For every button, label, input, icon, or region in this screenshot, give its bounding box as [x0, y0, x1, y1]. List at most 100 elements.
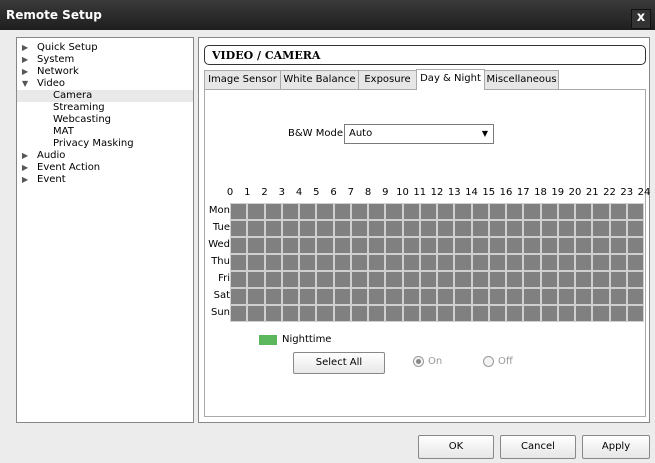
cancel-button[interactable]: Cancel — [500, 435, 576, 459]
schedule-cell[interactable] — [471, 305, 489, 322]
tree-item-event[interactable]: ▶ Event — [17, 174, 193, 186]
schedule-cell[interactable] — [419, 203, 437, 220]
schedule-cell[interactable] — [437, 203, 455, 220]
schedule-cell[interactable] — [385, 220, 403, 237]
schedule-cell[interactable] — [523, 305, 541, 322]
schedule-cell[interactable] — [575, 271, 593, 288]
schedule-cell[interactable] — [437, 305, 455, 322]
schedule-cell[interactable] — [437, 237, 455, 254]
schedule-cell[interactable] — [350, 203, 368, 220]
schedule-cell[interactable] — [402, 271, 420, 288]
schedule-cell[interactable] — [609, 254, 627, 271]
schedule-cell[interactable] — [368, 220, 386, 237]
tree-item-mat[interactable]: MAT — [17, 126, 193, 138]
schedule-cell[interactable] — [540, 305, 558, 322]
schedule-cell[interactable] — [557, 271, 575, 288]
schedule-cell[interactable] — [368, 203, 386, 220]
schedule-cell[interactable] — [264, 305, 282, 322]
schedule-cell[interactable] — [540, 254, 558, 271]
schedule-cell[interactable] — [247, 203, 265, 220]
collapsed-arrow-icon[interactable]: ▶ — [22, 162, 28, 174]
schedule-grid[interactable] — [230, 203, 644, 322]
schedule-cell[interactable] — [454, 220, 472, 237]
ok-button[interactable]: OK — [418, 435, 494, 459]
schedule-cell[interactable] — [506, 220, 524, 237]
schedule-cell[interactable] — [419, 288, 437, 305]
schedule-cell[interactable] — [592, 288, 610, 305]
schedule-cell[interactable] — [299, 237, 317, 254]
schedule-cell[interactable] — [557, 254, 575, 271]
schedule-cell[interactable] — [592, 271, 610, 288]
schedule-cell[interactable] — [368, 237, 386, 254]
tree-item-privacy-masking[interactable]: Privacy Masking — [17, 138, 193, 150]
schedule-cell[interactable] — [626, 254, 644, 271]
schedule-cell[interactable] — [402, 254, 420, 271]
close-button[interactable]: x — [631, 9, 651, 29]
schedule-cell[interactable] — [299, 220, 317, 237]
schedule-cell[interactable] — [333, 271, 351, 288]
schedule-cell[interactable] — [299, 305, 317, 322]
schedule-cell[interactable] — [592, 305, 610, 322]
collapsed-arrow-icon[interactable]: ▶ — [22, 150, 28, 162]
schedule-cell[interactable] — [247, 220, 265, 237]
collapsed-arrow-icon[interactable]: ▶ — [22, 54, 28, 66]
schedule-cell[interactable] — [454, 288, 472, 305]
schedule-cell[interactable] — [281, 271, 299, 288]
schedule-cell[interactable] — [264, 237, 282, 254]
tree-item-audio[interactable]: ▶ Audio — [17, 150, 193, 162]
schedule-cell[interactable] — [506, 237, 524, 254]
schedule-cell[interactable] — [609, 288, 627, 305]
schedule-cell[interactable] — [540, 237, 558, 254]
schedule-cell[interactable] — [402, 220, 420, 237]
schedule-cell[interactable] — [626, 237, 644, 254]
schedule-cell[interactable] — [316, 254, 334, 271]
tree-item-streaming[interactable]: Streaming — [17, 102, 193, 114]
schedule-cell[interactable] — [506, 203, 524, 220]
schedule-cell[interactable] — [523, 254, 541, 271]
bw-mode-select[interactable]: Auto ▼ — [344, 124, 494, 144]
schedule-cell[interactable] — [540, 288, 558, 305]
schedule-cell[interactable] — [506, 305, 524, 322]
schedule-cell[interactable] — [247, 288, 265, 305]
schedule-cell[interactable] — [609, 203, 627, 220]
schedule-cell[interactable] — [437, 220, 455, 237]
schedule-cell[interactable] — [281, 220, 299, 237]
schedule-cell[interactable] — [316, 288, 334, 305]
schedule-cell[interactable] — [540, 220, 558, 237]
schedule-cell[interactable] — [592, 254, 610, 271]
schedule-cell[interactable] — [350, 288, 368, 305]
schedule-cell[interactable] — [626, 203, 644, 220]
tree-item-event-action[interactable]: ▶ Event Action — [17, 162, 193, 174]
tree-item-quick-setup[interactable]: ▶ Quick Setup — [17, 42, 193, 54]
schedule-cell[interactable] — [264, 254, 282, 271]
schedule-cell[interactable] — [523, 288, 541, 305]
schedule-cell[interactable] — [299, 203, 317, 220]
schedule-cell[interactable] — [575, 254, 593, 271]
schedule-cell[interactable] — [385, 305, 403, 322]
schedule-cell[interactable] — [575, 237, 593, 254]
schedule-cell[interactable] — [626, 220, 644, 237]
schedule-cell[interactable] — [488, 220, 506, 237]
schedule-cell[interactable] — [385, 271, 403, 288]
schedule-cell[interactable] — [230, 271, 248, 288]
schedule-cell[interactable] — [247, 237, 265, 254]
schedule-cell[interactable] — [402, 305, 420, 322]
tree-item-network[interactable]: ▶ Network — [17, 66, 193, 78]
schedule-cell[interactable] — [264, 288, 282, 305]
select-all-button[interactable]: Select All — [293, 352, 385, 374]
schedule-cell[interactable] — [523, 220, 541, 237]
schedule-cell[interactable] — [488, 271, 506, 288]
schedule-cell[interactable] — [230, 305, 248, 322]
schedule-cell[interactable] — [575, 305, 593, 322]
collapsed-arrow-icon[interactable]: ▶ — [22, 174, 28, 186]
schedule-cell[interactable] — [557, 305, 575, 322]
schedule-cell[interactable] — [419, 254, 437, 271]
schedule-cell[interactable] — [437, 288, 455, 305]
schedule-cell[interactable] — [281, 288, 299, 305]
schedule-cell[interactable] — [471, 237, 489, 254]
schedule-cell[interactable] — [299, 288, 317, 305]
collapsed-arrow-icon[interactable]: ▶ — [22, 66, 28, 78]
schedule-cell[interactable] — [557, 203, 575, 220]
schedule-cell[interactable] — [230, 220, 248, 237]
schedule-cell[interactable] — [488, 305, 506, 322]
